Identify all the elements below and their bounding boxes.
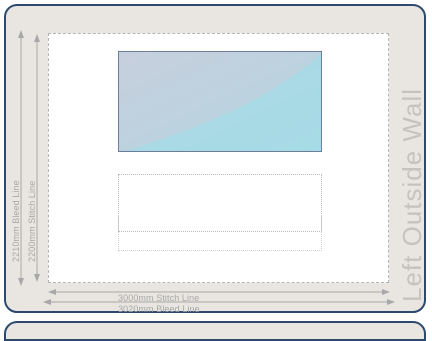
stitch-height-arrow-bottom [34,274,40,282]
bleed-width-label: 3020mm Bleed Line [118,304,200,314]
wall-name-label: Left Outside Wall [397,87,427,302]
bleed-width-arrow-left [43,299,51,305]
dimension-lines [18,30,395,305]
bleed-height-arrow-bottom [18,278,24,286]
next-wall-frame [4,321,426,341]
bleed-height-label: 2210mm Bleed Line [11,180,21,262]
stitch-width-arrow-left [48,289,56,295]
bleed-height-arrow-top [18,30,24,38]
bleed-width-arrow-right [387,299,395,305]
stitch-height-arrow-top [34,34,40,42]
stitch-height-label: 2200mm Stitch Line [27,180,37,262]
stitch-width-label: 3000mm Stitch Line [118,293,200,303]
stitch-width-arrow-right [382,289,390,295]
